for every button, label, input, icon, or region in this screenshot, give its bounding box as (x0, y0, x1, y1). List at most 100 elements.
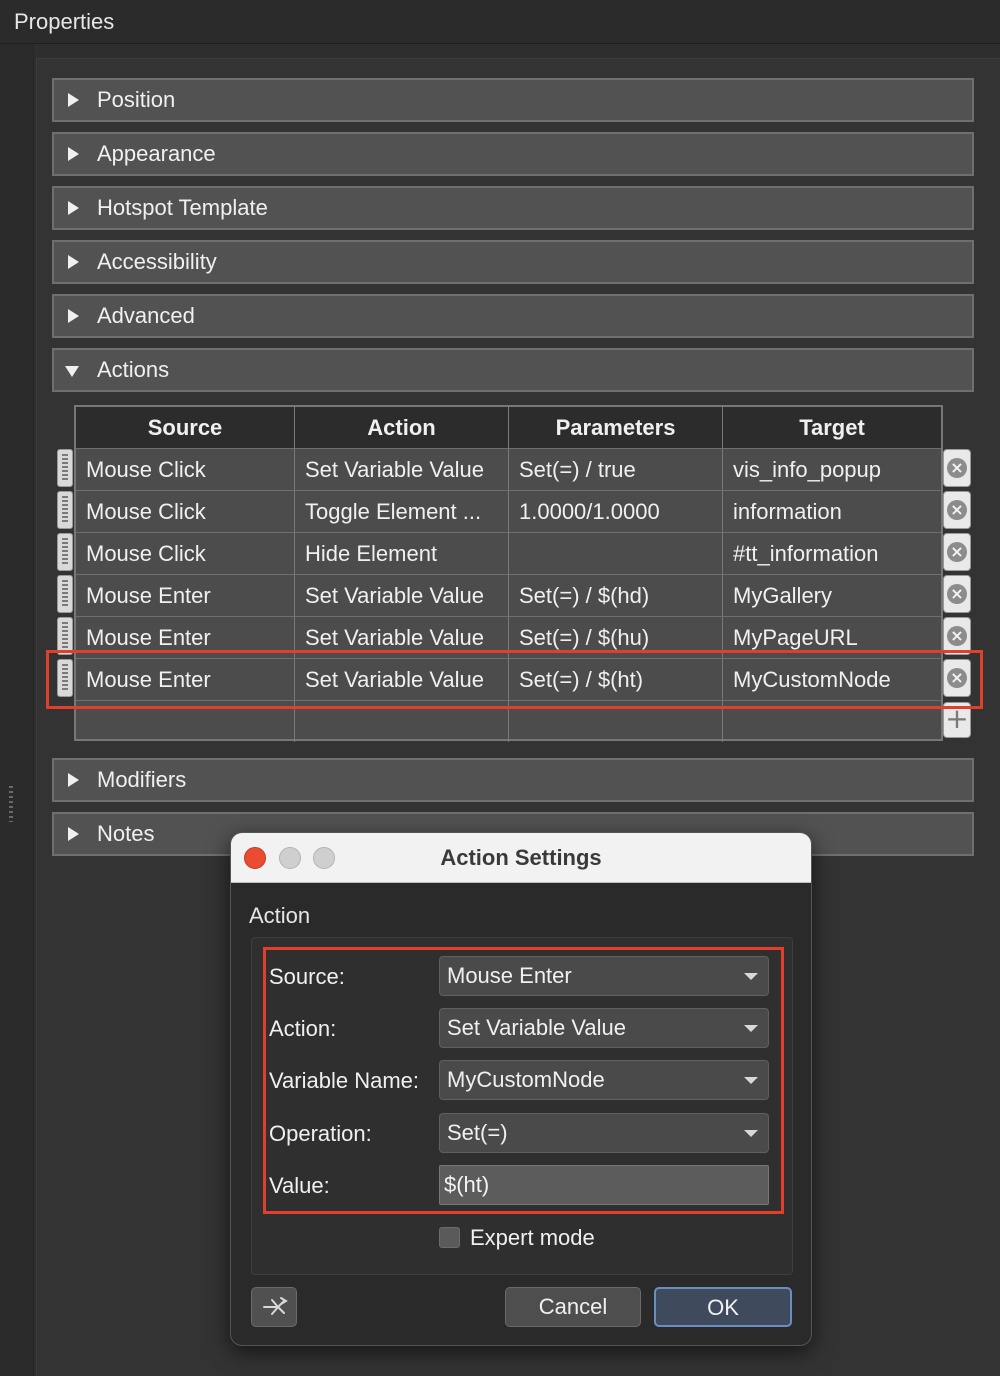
variable-name-dropdown[interactable]: MyCustomNode (439, 1060, 769, 1100)
cell-target: MyPageURL (733, 625, 858, 650)
row-drag-handle-icon[interactable] (57, 575, 73, 613)
operation-row: Operation: Set(=) (269, 1113, 769, 1155)
variable-name-label: Variable Name: (269, 1068, 419, 1093)
delete-row-button[interactable]: × (943, 617, 971, 655)
column-header-target[interactable]: Target (723, 407, 941, 448)
dropdown-arrow-icon (744, 973, 758, 980)
action-settings-dialog: Action Settings Action Source: Mouse Ent… (230, 832, 812, 1346)
cell-source: Mouse Enter (76, 659, 295, 700)
cell-action: Set Variable Value (295, 659, 509, 700)
row-drag-handle-icon[interactable] (57, 533, 73, 571)
cell-source: Mouse Click (76, 491, 295, 532)
action-label: Action: (269, 1016, 337, 1041)
section-modifiers[interactable]: Modifiers (52, 758, 974, 802)
ok-button[interactable]: OK (654, 1287, 792, 1327)
dropdown-arrow-icon (744, 1077, 758, 1084)
disclosure-triangle-icon (68, 309, 79, 323)
delete-row-button[interactable]: × (943, 659, 971, 697)
remove-circle-icon: × (947, 668, 967, 688)
value-input[interactable]: $(ht) (439, 1165, 769, 1205)
remove-circle-icon: × (947, 542, 967, 562)
action-value: Set Variable Value (447, 1015, 626, 1040)
group-label: Action (249, 903, 311, 928)
section-accessibility[interactable]: Accessibility (52, 240, 974, 284)
action-dropdown[interactable]: Set Variable Value (439, 1008, 769, 1048)
cell-action: Toggle Element ... (295, 491, 509, 532)
table-row[interactable]: Mouse Enter Set Variable Value Set(=) / … (76, 575, 941, 617)
cell-target: #tt_information (733, 541, 879, 566)
row-drag-handle-icon[interactable] (57, 659, 73, 697)
cell-action: Set Variable Value (295, 449, 509, 490)
section-label: Hotspot Template (97, 195, 268, 220)
delete-row-button[interactable]: × (943, 575, 971, 613)
section-actions[interactable]: Actions (52, 348, 974, 392)
cell-parameters: Set(=) / $(hu) (509, 617, 723, 658)
section-label: Modifiers (97, 767, 187, 792)
delete-row-button[interactable]: × (943, 449, 971, 487)
cell-action: Set Variable Value (295, 575, 509, 616)
panel-title: Properties (0, 0, 1000, 44)
source-label: Source: (269, 964, 345, 989)
row-drag-handle-icon[interactable] (57, 491, 73, 529)
disclosure-triangle-icon (68, 773, 79, 787)
cell-source: Mouse Enter (76, 575, 295, 616)
share-button[interactable] (251, 1287, 297, 1327)
column-header-action[interactable]: Action (295, 407, 509, 448)
section-label: Actions (97, 357, 170, 382)
table-row-selected[interactable]: Mouse Enter Set Variable Value Set(=) / … (76, 659, 941, 701)
value-row: Value: $(ht) (269, 1165, 769, 1207)
column-header-source[interactable]: Source (76, 407, 295, 448)
variable-name-row: Variable Name: MyCustomNode (269, 1060, 769, 1102)
source-value: Mouse Enter (447, 963, 572, 988)
source-dropdown[interactable]: Mouse Enter (439, 956, 769, 996)
dialog-titlebar[interactable]: Action Settings (231, 833, 811, 883)
remove-circle-icon: × (947, 626, 967, 646)
cell-parameters (509, 701, 723, 742)
section-label: Notes (97, 821, 155, 846)
dropdown-arrow-icon (744, 1130, 758, 1137)
resize-grip[interactable] (9, 786, 13, 822)
section-advanced[interactable]: Advanced (52, 294, 974, 338)
remove-circle-icon: × (947, 458, 967, 478)
cell-parameters: Set(=) / $(hd) (509, 575, 723, 616)
remove-circle-icon: × (947, 584, 967, 604)
cell-action (295, 701, 509, 742)
table-header: Source Action Parameters Target (76, 407, 941, 449)
table-row[interactable]: Mouse Click Set Variable Value Set(=) / … (76, 449, 941, 491)
cell-parameters: 1.0000/1.0000 (509, 491, 723, 532)
add-row-button[interactable]: + (943, 702, 971, 738)
cell-action: Set Variable Value (295, 617, 509, 658)
table-row[interactable]: Mouse Enter Set Variable Value Set(=) / … (76, 617, 941, 659)
expert-mode-checkbox[interactable] (439, 1227, 460, 1248)
cancel-button[interactable]: Cancel (505, 1287, 641, 1327)
table-row[interactable]: Mouse Click Toggle Element ... 1.0000/1.… (76, 491, 941, 533)
dialog-title: Action Settings (440, 845, 602, 870)
section-label: Accessibility (97, 249, 217, 274)
disclosure-triangle-icon (68, 827, 79, 841)
share-arrow-icon (263, 1297, 288, 1315)
section-hotspot-template[interactable]: Hotspot Template (52, 186, 974, 230)
cell-target: vis_info_popup (733, 457, 882, 482)
delete-row-button[interactable]: × (943, 533, 971, 571)
cell-action: Hide Element (295, 533, 509, 574)
table-row[interactable]: Mouse Click Hide Element #tt_information (76, 533, 941, 575)
delete-row-button[interactable]: × (943, 491, 971, 529)
section-appearance[interactable]: Appearance (52, 132, 974, 176)
cell-source (76, 701, 295, 742)
operation-label: Operation: (269, 1121, 372, 1146)
disclosure-triangle-icon (68, 93, 79, 107)
row-drag-handle-icon[interactable] (57, 449, 73, 487)
cell-target (723, 701, 941, 742)
left-gutter (0, 44, 34, 1376)
section-position[interactable]: Position (52, 78, 974, 122)
section-label: Appearance (97, 141, 216, 166)
cell-target: information (733, 499, 842, 524)
row-drag-handle-icon[interactable] (57, 617, 73, 655)
column-header-parameters[interactable]: Parameters (509, 407, 723, 448)
action-row: Action: Set Variable Value (269, 1008, 769, 1050)
table-row-empty[interactable] (76, 701, 941, 743)
cell-parameters: Set(=) / $(ht) (509, 659, 723, 700)
cell-source: Mouse Click (76, 533, 295, 574)
operation-dropdown[interactable]: Set(=) (439, 1113, 769, 1153)
cell-target: MyCustomNode (733, 667, 891, 692)
